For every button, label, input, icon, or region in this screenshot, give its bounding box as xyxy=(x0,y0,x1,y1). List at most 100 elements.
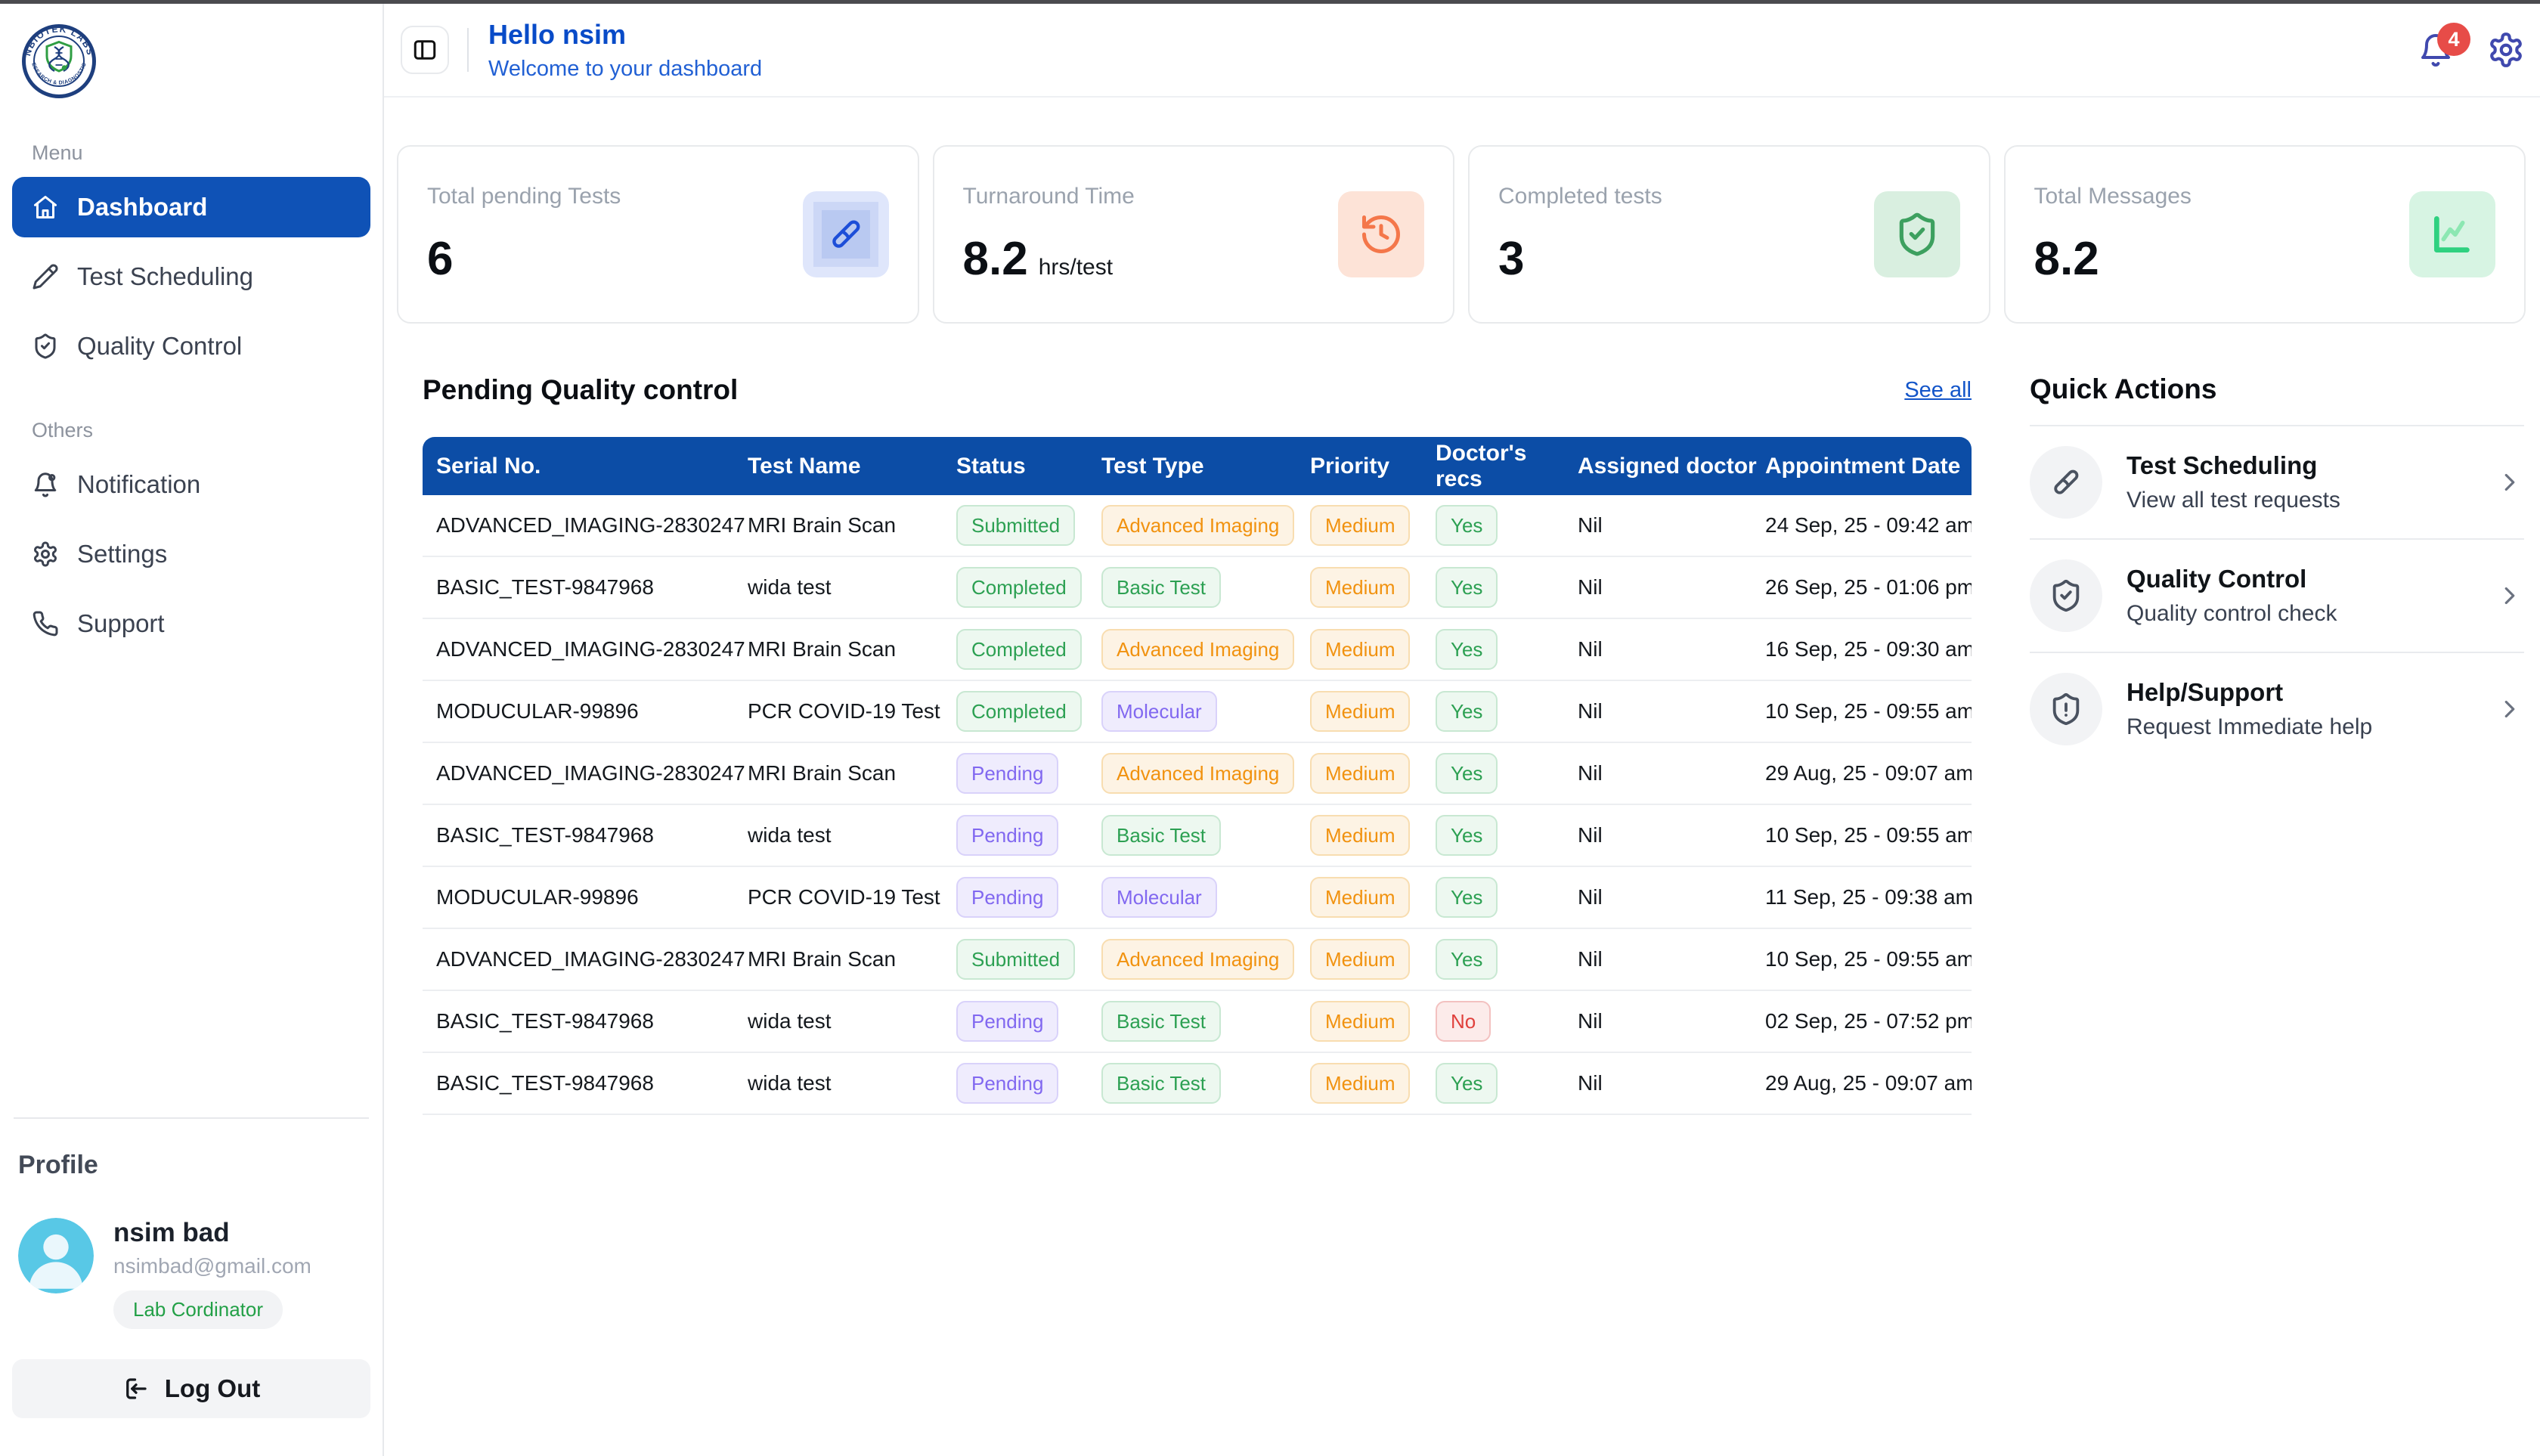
shield-check-icon xyxy=(32,333,59,360)
cell-test-name: MRI Brain Scan xyxy=(748,743,956,805)
notification-count-badge: 4 xyxy=(2437,23,2470,56)
stat-card-completed-tests: Completed tests 3 xyxy=(1468,145,1990,324)
topbar-divider xyxy=(467,28,469,72)
stat-label: Total Messages xyxy=(2034,184,2192,209)
cell-appointment-date: 10 Sep, 25 - 09:55 am xyxy=(1765,681,1972,743)
line-chart-icon xyxy=(2409,191,2495,277)
cell-appointment-date: 24 Sep, 25 - 09:42 am xyxy=(1765,495,1972,557)
pencil-icon xyxy=(32,263,59,290)
quick-action-quality-control[interactable]: Quality Control Quality control check xyxy=(2030,538,2524,652)
panel-left-icon xyxy=(411,36,438,64)
logout-icon xyxy=(122,1375,150,1402)
column-header-test-name: Test Name xyxy=(748,437,956,495)
stat-label: Total pending Tests xyxy=(427,184,621,209)
pending-tests-table: Serial No. Test Name Status Test Type Pr… xyxy=(423,437,1972,1115)
content-area: Hello nsim Welcome to your dashboard 4 T… xyxy=(384,4,2540,1456)
notifications-button[interactable]: 4 xyxy=(2418,32,2454,68)
table-row[interactable]: MODUCULAR-99896 PCR COVID-19 Test Pendin… xyxy=(423,867,1972,929)
table-row[interactable]: ADVANCED_IMAGING-2830247 MRI Brain Scan … xyxy=(423,495,1972,557)
cell-assigned-doctor: Nil xyxy=(1578,495,1765,557)
sidebar-item-support[interactable]: Support xyxy=(12,593,370,654)
see-all-link[interactable]: See all xyxy=(1904,378,1972,403)
cell-test-name: wida test xyxy=(748,557,956,619)
cell-appointment-date: 10 Sep, 25 - 09:55 am xyxy=(1765,805,1972,867)
table-row[interactable]: BASIC_TEST-9847968 wida test Pending Bas… xyxy=(423,805,1972,867)
priority-badge: Medium xyxy=(1310,877,1410,918)
sidebar-item-test-scheduling[interactable]: Test Scheduling xyxy=(12,246,370,307)
table-row[interactable]: BASIC_TEST-9847968 wida test Completed B… xyxy=(423,557,1972,619)
doctors-recs-badge: No xyxy=(1436,1001,1491,1042)
gear-icon xyxy=(32,541,59,568)
status-badge: Pending xyxy=(956,753,1058,794)
logout-label: Log Out xyxy=(165,1374,260,1403)
status-badge: Pending xyxy=(956,877,1058,918)
settings-button[interactable] xyxy=(2487,31,2525,69)
sidebar-item-quality-control[interactable]: Quality Control xyxy=(12,316,370,376)
sidebar-item-dashboard[interactable]: Dashboard xyxy=(12,177,370,237)
cell-serial: BASIC_TEST-9847968 xyxy=(423,1053,748,1115)
menu-section-label: Menu xyxy=(32,141,370,165)
quick-action-title: Quality Control xyxy=(2126,565,2337,593)
sidebar-toggle-button[interactable] xyxy=(401,26,449,74)
shield-alert-icon xyxy=(2030,673,2102,745)
pending-quality-control-section: Pending Quality control See all Serial N… xyxy=(423,373,1972,1115)
table-header-row: Serial No. Test Name Status Test Type Pr… xyxy=(423,437,1972,495)
test-type-badge: Advanced Imaging xyxy=(1101,505,1294,546)
status-badge: Submitted xyxy=(956,505,1075,546)
profile-section-label: Profile xyxy=(18,1151,370,1180)
sidebar-item-notification[interactable]: Notification xyxy=(12,454,370,515)
stat-label: Completed tests xyxy=(1498,184,1662,209)
cell-test-name: PCR COVID-19 Test xyxy=(748,681,956,743)
cell-appointment-date: 16 Sep, 25 - 09:30 am xyxy=(1765,619,1972,681)
table-row[interactable]: BASIC_TEST-9847968 wida test Pending Bas… xyxy=(423,1053,1972,1115)
sidebar-divider xyxy=(14,1117,369,1119)
stat-card-total-messages: Total Messages 8.2 xyxy=(2004,145,2526,324)
doctors-recs-badge: Yes xyxy=(1436,691,1498,732)
sidebar-item-settings[interactable]: Settings xyxy=(12,524,370,584)
chevron-right-icon xyxy=(2495,468,2524,497)
dashboard-body: Pending Quality control See all Serial N… xyxy=(423,373,2526,1115)
priority-badge: Medium xyxy=(1310,629,1410,670)
topbar-actions: 4 xyxy=(2418,31,2525,69)
quick-actions-title: Quick Actions xyxy=(2030,373,2524,405)
status-badge: Completed xyxy=(956,567,1082,608)
status-badge: Pending xyxy=(956,1001,1058,1042)
priority-badge: Medium xyxy=(1310,691,1410,732)
logout-button[interactable]: Log Out xyxy=(12,1359,370,1418)
cell-appointment-date: 10 Sep, 25 - 09:55 am xyxy=(1765,929,1972,991)
status-badge: Pending xyxy=(956,1063,1058,1104)
sidebar-item-label: Quality Control xyxy=(77,332,242,361)
table-row[interactable]: BASIC_TEST-9847968 wida test Pending Bas… xyxy=(423,991,1972,1053)
quick-action-test-scheduling[interactable]: Test Scheduling View all test requests xyxy=(2030,425,2524,538)
stat-card-turnaround-time: Turnaround Time 8.2 hrs/test xyxy=(933,145,1455,324)
quick-action-subtitle: Request Immediate help xyxy=(2126,714,2372,740)
quick-action-help-support[interactable]: Help/Support Request Immediate help xyxy=(2030,652,2524,765)
doctors-recs-badge: Yes xyxy=(1436,877,1498,918)
status-badge: Pending xyxy=(956,815,1058,856)
cell-assigned-doctor: Nil xyxy=(1578,1053,1765,1115)
cell-test-name: MRI Brain Scan xyxy=(748,495,956,557)
cell-serial: ADVANCED_IMAGING-2830247 xyxy=(423,743,748,805)
column-header-assigned-doctor: Assigned doctor xyxy=(1578,437,1765,495)
table-row[interactable]: ADVANCED_IMAGING-2830247 MRI Brain Scan … xyxy=(423,619,1972,681)
table-row[interactable]: ADVANCED_IMAGING-2830247 MRI Brain Scan … xyxy=(423,929,1972,991)
role-badge: Lab Cordinator xyxy=(113,1290,283,1329)
quick-action-title: Test Scheduling xyxy=(2126,451,2340,480)
doctors-recs-badge: Yes xyxy=(1436,567,1498,608)
table-row[interactable]: MODUCULAR-99896 PCR COVID-19 Test Comple… xyxy=(423,681,1972,743)
column-header-priority: Priority xyxy=(1310,437,1436,495)
table-row[interactable]: ADVANCED_IMAGING-2830247 MRI Brain Scan … xyxy=(423,743,1972,805)
quick-action-title: Help/Support xyxy=(2126,678,2372,707)
test-type-badge: Basic Test xyxy=(1101,567,1221,608)
column-header-appointment-date: Appointment Date xyxy=(1765,437,1972,495)
priority-badge: Medium xyxy=(1310,567,1410,608)
stat-card-total-pending-tests: Total pending Tests 6 xyxy=(397,145,919,324)
avatar xyxy=(18,1218,94,1293)
cell-test-name: PCR COVID-19 Test xyxy=(748,867,956,929)
stat-cards-row: Total pending Tests 6 Turnaround Time xyxy=(397,145,2526,324)
home-icon xyxy=(32,194,59,221)
chevron-right-icon xyxy=(2495,695,2524,723)
bell-dot-icon xyxy=(32,471,59,498)
doctors-recs-badge: Yes xyxy=(1436,505,1498,546)
column-header-test-type: Test Type xyxy=(1101,437,1310,495)
